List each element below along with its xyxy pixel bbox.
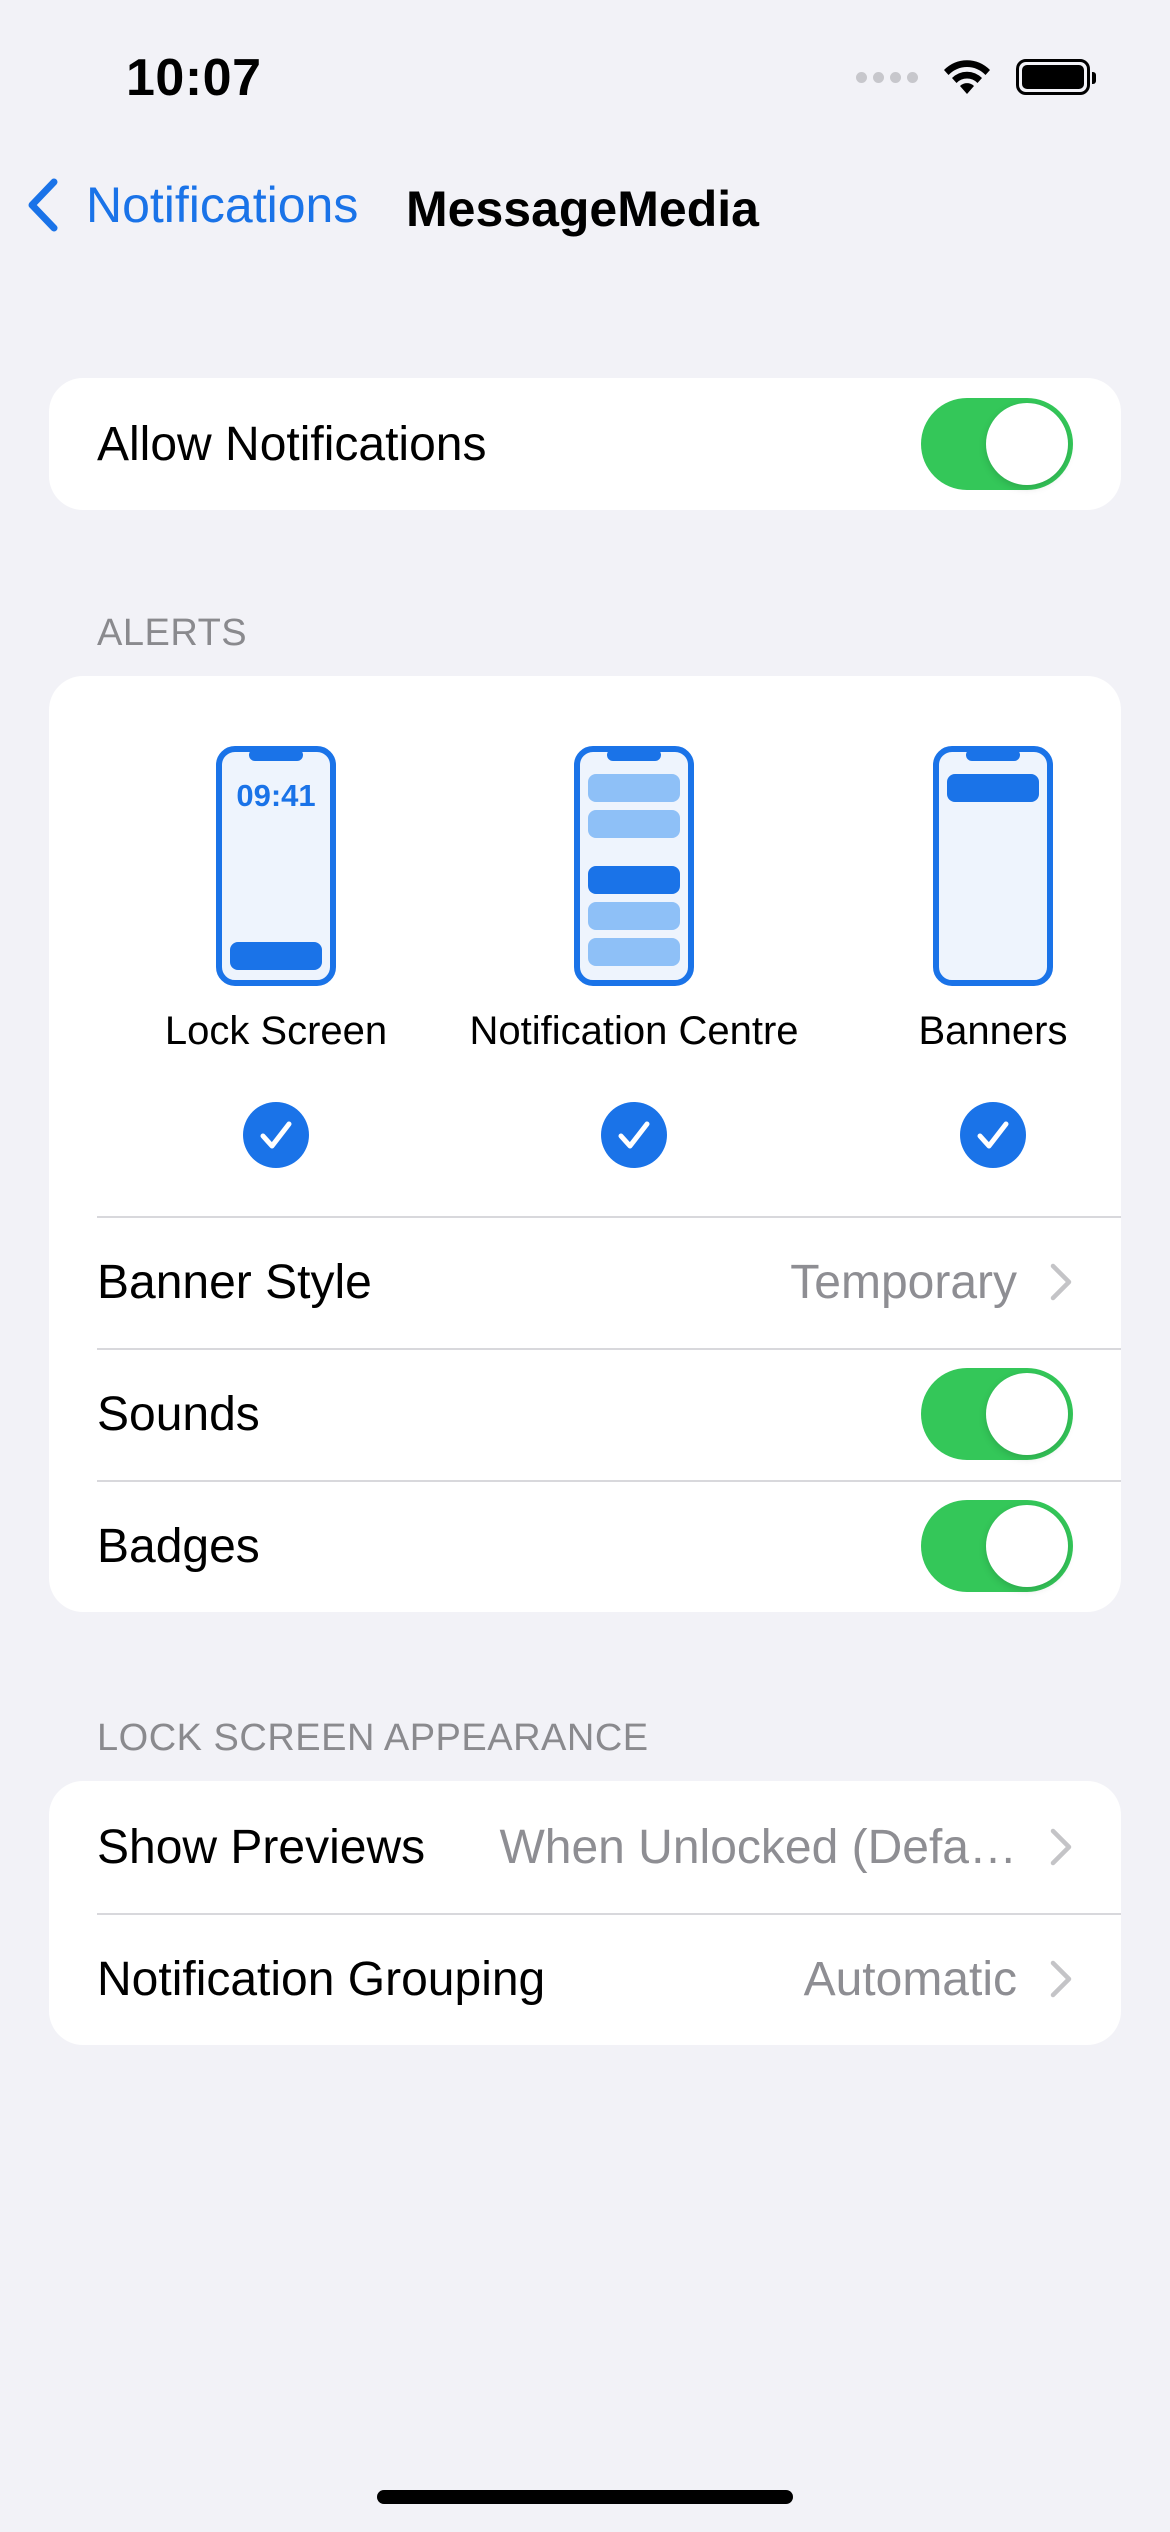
- alert-option-notification-centre[interactable]: Notification Centre: [454, 676, 814, 1216]
- notification-centre-label: Notification Centre: [469, 1009, 799, 1053]
- show-previews-value: When Unlocked (Defa…: [499, 1820, 1017, 1874]
- allow-notifications-row: Allow Notifications: [49, 378, 1121, 510]
- home-indicator[interactable]: [377, 2490, 793, 2504]
- checkmark-circle-icon[interactable]: [960, 1102, 1026, 1168]
- sounds-row: Sounds: [49, 1348, 1121, 1480]
- status-bar: 10:07: [0, 0, 1170, 150]
- sounds-toggle[interactable]: [921, 1368, 1073, 1460]
- alerts-section-header: ALERTS: [97, 612, 248, 654]
- lock-screen-appearance-card: Show Previews When Unlocked (Defa… Notif…: [49, 1781, 1121, 2045]
- notification-grouping-value: Automatic: [803, 1952, 1017, 2006]
- checkmark-circle-icon[interactable]: [243, 1102, 309, 1168]
- cellular-signal-icon: [856, 71, 918, 83]
- show-previews-row[interactable]: Show Previews When Unlocked (Defa…: [49, 1781, 1121, 1913]
- badges-label: Badges: [97, 1519, 260, 1573]
- lock-screen-appearance-header: LOCK SCREEN APPEARANCE: [97, 1717, 649, 1759]
- alert-option-banners[interactable]: Banners: [813, 676, 1121, 1216]
- allow-notifications-label: Allow Notifications: [97, 417, 487, 471]
- back-button-label: Notifications: [86, 177, 359, 233]
- banners-label: Banners: [918, 1009, 1068, 1053]
- chevron-left-icon: [28, 178, 58, 232]
- divider: [97, 1480, 1121, 1482]
- wifi-icon: [944, 60, 990, 94]
- lock-screen-preview-time: 09:41: [236, 778, 315, 813]
- notification-centre-phone-icon: [574, 746, 694, 986]
- notification-grouping-row[interactable]: Notification Grouping Automatic: [49, 1913, 1121, 2045]
- alert-options: 09:41 Lock Screen Notification Centre Ba…: [49, 676, 1121, 1216]
- alert-option-lock-screen[interactable]: 09:41 Lock Screen: [96, 676, 456, 1216]
- banners-phone-icon: [933, 746, 1053, 986]
- badges-toggle[interactable]: [921, 1500, 1073, 1592]
- banner-style-value: Temporary: [790, 1255, 1017, 1309]
- page-title: MessageMedia: [406, 181, 759, 237]
- checkmark-circle-icon[interactable]: [601, 1102, 667, 1168]
- divider: [97, 1913, 1121, 1915]
- notification-grouping-label: Notification Grouping: [97, 1952, 546, 2006]
- chevron-right-icon: [1050, 1263, 1072, 1301]
- badges-row: Badges: [49, 1480, 1121, 1612]
- show-previews-label: Show Previews: [97, 1820, 426, 1874]
- battery-icon: [1016, 59, 1096, 95]
- allow-notifications-toggle[interactable]: [921, 398, 1073, 490]
- status-time: 10:07: [126, 49, 262, 107]
- lock-screen-phone-icon: 09:41: [216, 746, 336, 986]
- back-button[interactable]: Notifications: [24, 176, 358, 234]
- status-icons: [856, 58, 1096, 96]
- banner-style-row[interactable]: Banner Style Temporary: [49, 1216, 1121, 1348]
- divider: [97, 1348, 1121, 1350]
- allow-notifications-card: Allow Notifications: [49, 378, 1121, 510]
- navigation-bar: Notifications MessageMedia: [0, 170, 1170, 250]
- chevron-right-icon: [1050, 1828, 1072, 1866]
- lock-screen-label: Lock Screen: [164, 1009, 388, 1053]
- divider: [97, 1216, 1121, 1218]
- banner-style-label: Banner Style: [97, 1255, 372, 1309]
- alerts-card: 09:41 Lock Screen Notification Centre Ba…: [49, 676, 1121, 1612]
- sounds-label: Sounds: [97, 1387, 260, 1441]
- chevron-right-icon: [1050, 1960, 1072, 1998]
